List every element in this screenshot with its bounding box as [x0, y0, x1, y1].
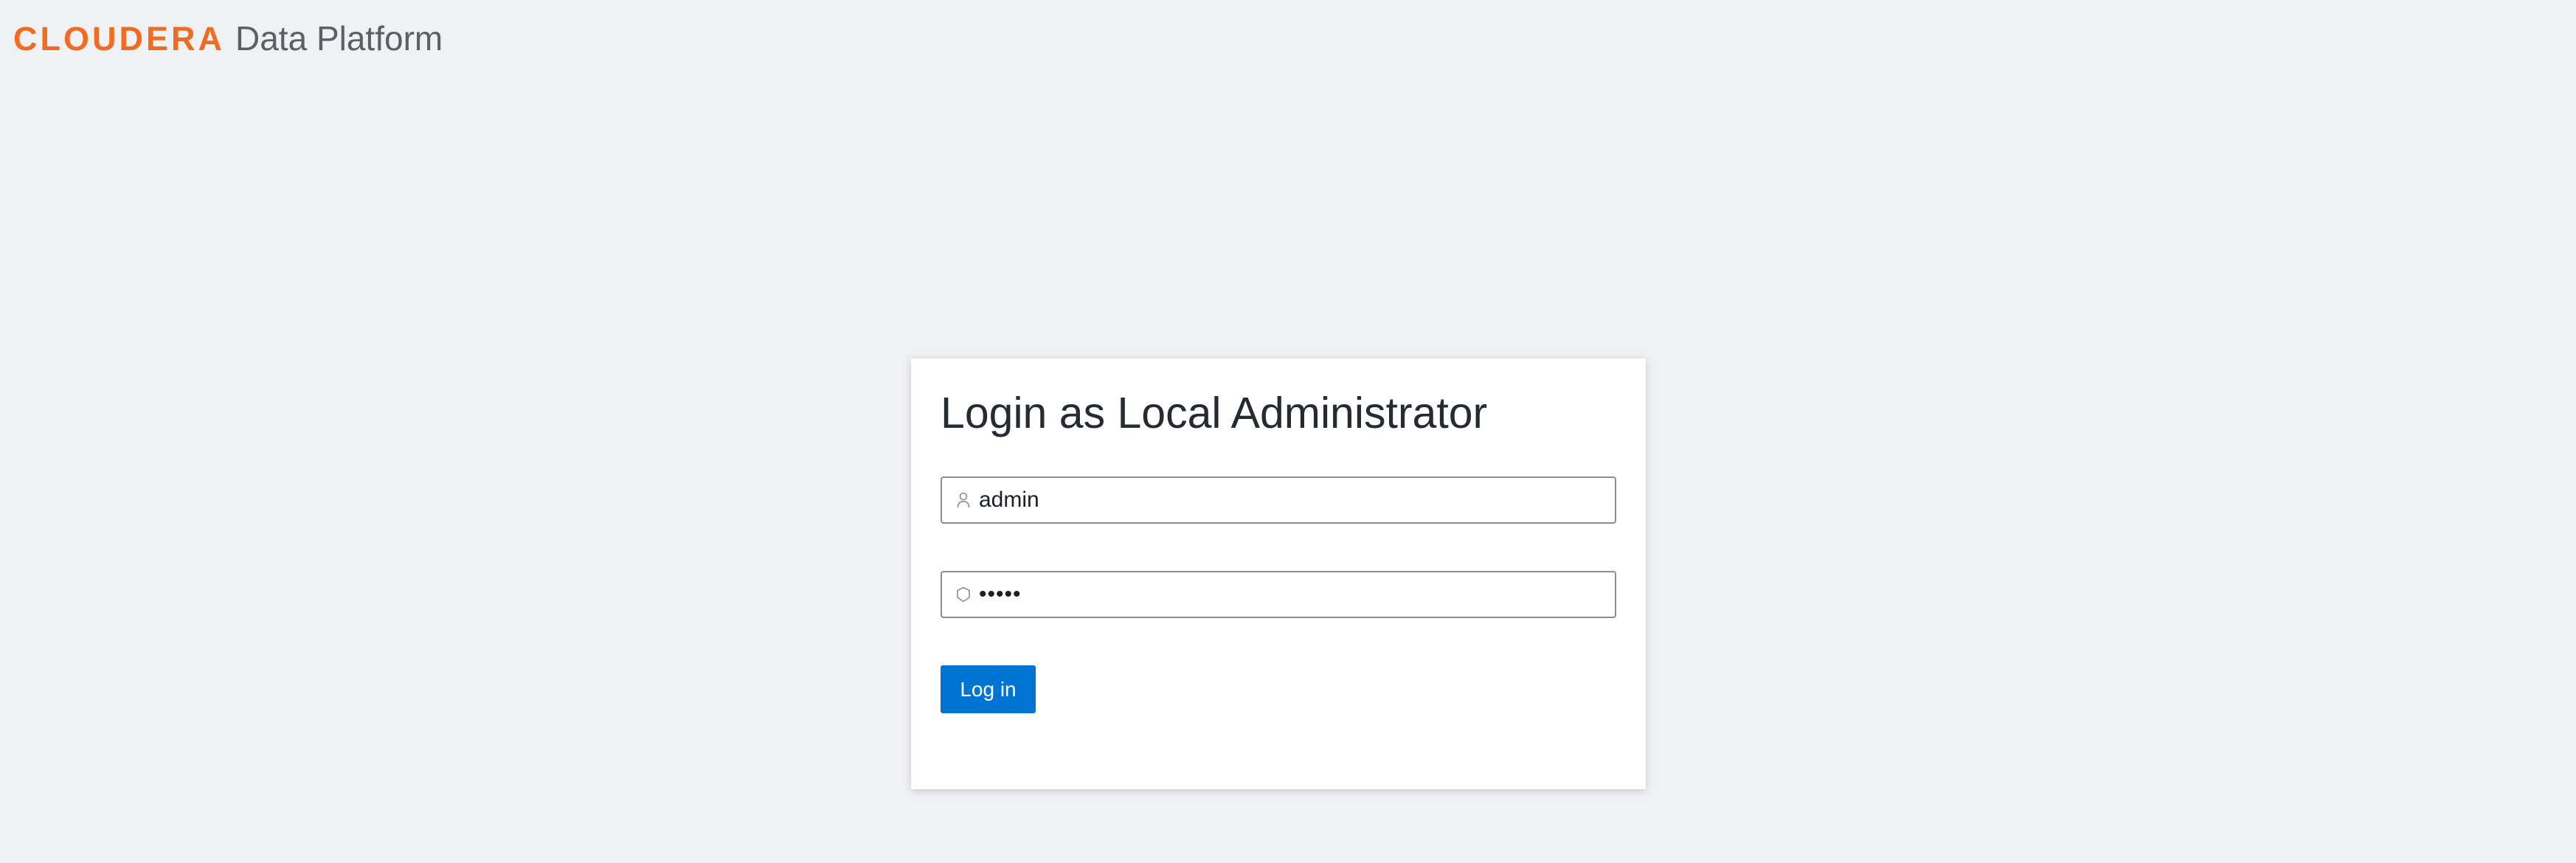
password-input[interactable] — [979, 572, 1606, 617]
login-button[interactable]: Log in — [941, 665, 1036, 713]
shield-icon — [955, 572, 972, 617]
username-input[interactable] — [979, 478, 1606, 522]
login-card: Login as Local Administrator Log in — [911, 358, 1646, 789]
brand-header: CLOUDERA Data Platform — [13, 18, 443, 59]
username-field[interactable] — [941, 476, 1616, 524]
product-name: Data Platform — [235, 19, 443, 58]
user-icon — [955, 478, 972, 522]
password-field[interactable] — [941, 571, 1616, 618]
login-title: Login as Local Administrator — [941, 389, 1488, 437]
cloudera-logo: CLOUDERA — [13, 20, 225, 58]
